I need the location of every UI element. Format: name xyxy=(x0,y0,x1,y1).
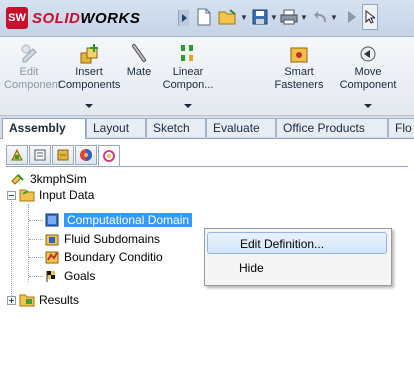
print-dropdown-icon[interactable]: ▼ xyxy=(300,13,308,22)
undo-button[interactable]: ▼ xyxy=(312,6,338,28)
input-data-collapse-icon[interactable] xyxy=(7,191,16,200)
computational-domain-icon xyxy=(45,213,59,227)
propertymanager-tab[interactable] xyxy=(29,145,51,165)
tree-item-computational-domain[interactable]: Computational Domain xyxy=(44,211,193,229)
boundary-condition-icon xyxy=(45,251,59,264)
tree-guide-line xyxy=(29,239,43,240)
redo-button[interactable] xyxy=(346,6,358,28)
property-manager-icon xyxy=(34,149,46,161)
tree-item-label: Computational Domain xyxy=(64,213,193,227)
move-component-button[interactable]: Move Component xyxy=(334,41,402,108)
mate-icon xyxy=(132,44,146,62)
move-component-dropdown-icon[interactable] xyxy=(364,104,372,108)
feature-tree-icon xyxy=(11,148,23,161)
save-icon xyxy=(252,9,268,25)
linear-pattern-dropdown-icon[interactable] xyxy=(184,104,192,108)
insert-components-button[interactable]: Insert Components xyxy=(58,41,120,108)
solidworks-logo[interactable]: SW SOLIDWORKS xyxy=(6,6,140,30)
tree-item-label: Goals xyxy=(64,269,96,283)
display-manager-tab[interactable] xyxy=(75,145,97,165)
open-dropdown-icon[interactable]: ▼ xyxy=(240,13,248,22)
print-icon xyxy=(280,9,298,25)
results-expand-icon[interactable] xyxy=(7,296,16,305)
tree-item-boundary-conditions[interactable]: Boundary Conditio xyxy=(44,248,163,266)
edit-component-button[interactable]: Edit Component xyxy=(4,41,61,92)
panel-tab-divider xyxy=(6,166,408,167)
undo-dropdown-icon[interactable]: ▼ xyxy=(330,13,338,22)
flow-simulation-analysis-tree-tab[interactable] xyxy=(98,145,120,167)
menu-expand-arrow-icon[interactable] xyxy=(178,10,189,26)
flow-simulation-icon xyxy=(103,150,115,162)
mate-button[interactable]: Mate xyxy=(122,41,156,79)
tree-item-results[interactable]: Results xyxy=(19,291,79,309)
smart-fasteners-icon xyxy=(290,47,308,63)
smart-fasteners-button[interactable]: Smart Fasteners xyxy=(272,41,326,92)
tree-item-label: Boundary Conditio xyxy=(64,250,163,264)
brand-name: SOLIDWORKS xyxy=(32,9,141,27)
tab-flow[interactable]: Flo xyxy=(388,118,414,137)
undo-icon xyxy=(314,11,326,23)
open-button[interactable]: ▼ xyxy=(218,6,248,28)
new-document-icon xyxy=(197,8,211,26)
insert-components-icon xyxy=(80,44,98,64)
linear-pattern-icon xyxy=(181,45,193,61)
tree-guide-line xyxy=(11,196,12,300)
tree-item-label: Fluid Subdomains xyxy=(64,232,161,246)
select-button[interactable] xyxy=(362,4,378,30)
command-manager-tabs: Assembly Layout Sketch Evaluate Office P… xyxy=(0,116,414,139)
menu-item-edit-definition[interactable]: Edit Definition... xyxy=(207,232,387,254)
move-component-icon xyxy=(360,46,376,62)
new-document-button[interactable] xyxy=(196,6,212,28)
panel-tabs xyxy=(6,145,121,167)
linear-component-pattern-button[interactable]: Linear Compon... xyxy=(160,41,216,108)
context-menu: Edit Definition... Hide xyxy=(204,228,392,286)
goals-flag-icon xyxy=(46,271,55,282)
featuremanager-tab[interactable] xyxy=(6,145,28,165)
assembly-icon xyxy=(11,174,24,185)
configuration-manager-icon xyxy=(57,149,69,161)
configurationmanager-tab[interactable] xyxy=(52,145,74,165)
tree-item-goals[interactable]: Goals xyxy=(44,267,95,285)
tree-item-fluid-subdomains[interactable]: Fluid Subdomains xyxy=(44,230,160,248)
fluid-subdomain-icon xyxy=(45,234,59,246)
tree-item-label: Input Data xyxy=(39,188,95,202)
save-dropdown-icon[interactable]: ▼ xyxy=(270,13,278,22)
tree-guide-line xyxy=(28,204,29,282)
results-folder-icon xyxy=(19,294,35,307)
tree-guide-line xyxy=(29,276,43,277)
tree-guide-line xyxy=(29,220,43,221)
tree-item-label: Results xyxy=(39,293,80,307)
tree-root-label: 3kmphSim xyxy=(30,172,87,186)
tab-assembly[interactable]: Assembly xyxy=(2,118,86,139)
redo-icon xyxy=(348,11,356,23)
title-bar: SW SOLIDWORKS ▼ ▼ ▼ ▼ xyxy=(0,0,414,37)
insert-components-dropdown-icon[interactable] xyxy=(85,104,93,108)
display-manager-icon xyxy=(80,149,92,161)
tree-guide-line xyxy=(29,257,43,258)
tree-item-input-data[interactable]: Input Data xyxy=(19,186,94,204)
open-folder-icon xyxy=(218,9,236,25)
command-manager-ribbon: Edit Component Insert Components Mate Line… xyxy=(0,37,414,116)
menu-item-hide[interactable]: Hide xyxy=(207,257,387,279)
print-button[interactable]: ▼ xyxy=(280,6,308,28)
edit-component-icon xyxy=(21,44,37,63)
select-arrow-icon xyxy=(365,10,375,24)
save-button[interactable]: ▼ xyxy=(252,6,278,28)
solidworks-badge-icon: SW xyxy=(6,7,28,29)
tab-evaluate[interactable]: Evaluate xyxy=(206,118,276,137)
tab-sketch[interactable]: Sketch xyxy=(146,118,206,137)
tab-office-products[interactable]: Office Products xyxy=(276,118,388,137)
tab-layout[interactable]: Layout xyxy=(86,118,146,137)
folder-icon xyxy=(19,189,35,202)
